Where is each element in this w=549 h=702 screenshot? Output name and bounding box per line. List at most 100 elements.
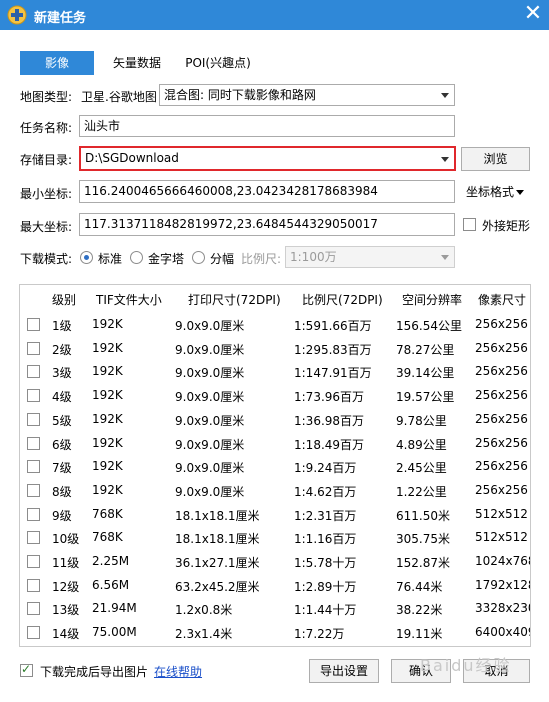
cell-tif-size: 75.00M: [92, 625, 137, 640]
table-row[interactable]: 3级 192K 9.0x9.0厘米 1:147.91百万 39.14公里 256x256: [20, 360, 530, 384]
cell-scale: 1:73.96百万: [294, 390, 365, 405]
close-button[interactable]: ✕: [521, 3, 545, 27]
cell-print-size: 18.1x18.1厘米: [175, 508, 260, 523]
cell-level: 2级: [52, 342, 72, 357]
storage-dir-value: D:\SGDownload: [85, 151, 179, 165]
table-row[interactable]: 11级 2.25M 36.1x27.1厘米 1:5.78十万 152.87米 1024x7…: [20, 550, 530, 574]
cell-pixel-size: 256x256: [475, 364, 528, 379]
mode-standard-label: 标准: [98, 252, 123, 266]
coord-format-menu[interactable]: 坐标格式: [466, 183, 525, 200]
table-row[interactable]: 9级 768K 18.1x18.1厘米 1:2.31百万 611.50米 512x512: [20, 503, 530, 527]
cell-tif-size: 192K: [92, 388, 123, 403]
cell-tif-size: 192K: [92, 435, 123, 450]
cell-tif-size: 192K: [92, 364, 123, 379]
cell-print-size: 9.0x9.0厘米: [175, 461, 245, 476]
table-row[interactable]: 5级 192K 9.0x9.0厘米 1:36.98百万 9.78公里 256x256: [20, 408, 530, 432]
cell-scale: 1:1.16百万: [294, 532, 357, 547]
caret-down-icon: [516, 190, 525, 195]
cell-level: 4级: [52, 390, 72, 405]
cell-pixel-size: 256x256: [475, 340, 528, 355]
cell-print-size: 9.0x9.0厘米: [175, 319, 245, 333]
cell-scale: 1:147.91百万: [294, 366, 372, 381]
table-row[interactable]: 6级 192K 9.0x9.0厘米 1:18.49百万 4.89公里 256x256: [20, 432, 530, 456]
browse-button[interactable]: 浏览: [461, 147, 530, 171]
col-header-level: 级别: [52, 293, 77, 307]
table-row[interactable]: 10级 768K 18.1x18.1厘米 1:1.16百万 305.75米 512x512: [20, 526, 530, 550]
min-coord-input[interactable]: 116.2400465666460008,23.0423428178683984: [79, 180, 455, 203]
cell-tif-size: 6.56M: [92, 577, 130, 592]
cell-print-size: 9.0x9.0厘米: [175, 484, 245, 499]
cell-pixel-size: 512x512: [475, 506, 528, 521]
col-header-resolution: 空间分辨率: [402, 293, 463, 307]
table-row[interactable]: 4级 192K 9.0x9.0厘米 1:73.96百万 19.57公里 256x256: [20, 384, 530, 408]
mode-tiled-radio[interactable]: [192, 251, 205, 264]
row-checkbox[interactable]: [27, 483, 40, 497]
tab-imagery[interactable]: 影像: [20, 51, 94, 75]
cell-resolution: 611.50米: [396, 508, 450, 523]
cell-pixel-size: 256x256: [475, 459, 528, 474]
row-checkbox[interactable]: [27, 318, 40, 331]
export-after-checkbox[interactable]: [20, 662, 33, 677]
cell-resolution: 4.89公里: [396, 437, 447, 452]
mode-tiled-label: 分幅: [210, 252, 235, 266]
row-checkbox[interactable]: [27, 602, 40, 616]
cell-tif-size: 21.94M: [92, 601, 137, 616]
cell-tif-size: 192K: [92, 340, 123, 355]
map-type-select[interactable]: 混合图: 同时下载影像和路网: [159, 84, 455, 106]
row-checkbox[interactable]: [27, 507, 40, 521]
row-checkbox[interactable]: [27, 365, 40, 379]
row-checkbox[interactable]: [27, 436, 40, 450]
table-row[interactable]: 8级 192K 9.0x9.0厘米 1:4.62百万 1.22公里 256x256: [20, 479, 530, 503]
cell-scale: 1:7.22万: [294, 627, 345, 642]
table-row[interactable]: 2级 192K 9.0x9.0厘米 1:295.83百万 78.27公里 256x256: [20, 337, 530, 361]
tab-vector-data[interactable]: 矢量数据: [108, 51, 166, 75]
cell-resolution: 38.22米: [396, 603, 443, 618]
row-checkbox[interactable]: [27, 555, 40, 568]
cell-print-size: 9.0x9.0厘米: [175, 413, 245, 428]
mode-pyramid-radio[interactable]: [130, 251, 143, 264]
row-checkbox[interactable]: [27, 412, 40, 426]
max-coord-input[interactable]: 117.3137118482819972,23.6484544329050017: [79, 213, 455, 236]
export-settings-button[interactable]: 导出设置: [309, 659, 379, 683]
cell-pixel-size: 1024x768: [475, 554, 531, 568]
col-header-scale: 比例尺(72DPI): [302, 293, 383, 307]
cell-level: 12级: [52, 579, 80, 594]
row-checkbox[interactable]: [27, 531, 40, 545]
mode-standard-radio[interactable]: [80, 251, 93, 264]
online-help-link[interactable]: 在线帮助: [154, 663, 202, 680]
cell-print-size: 9.0x9.0厘米: [175, 366, 245, 381]
cell-resolution: 2.45公里: [396, 461, 447, 476]
row-checkbox[interactable]: [27, 389, 40, 403]
cell-resolution: 19.57公里: [396, 390, 455, 405]
cell-scale: 1:295.83百万: [294, 342, 372, 357]
cell-resolution: 19.11米: [396, 627, 443, 642]
outer-rect-checkbox[interactable]: [463, 218, 476, 231]
scale-select[interactable]: 1:100万: [285, 246, 455, 268]
cell-scale: 1:2.31百万: [294, 508, 357, 523]
table-row[interactable]: 1级 192K 9.0x9.0厘米 1:591.66百万 156.54公里 256x256: [20, 313, 530, 337]
chevron-down-icon: [441, 255, 449, 260]
cancel-button[interactable]: 取消: [463, 659, 530, 683]
cell-pixel-size: 512x512: [475, 530, 528, 545]
task-name-input[interactable]: 汕头市: [79, 115, 455, 137]
table-row[interactable]: 13级 21.94M 1.2x0.8米 1:1.44十万 38.22米 3328x2304: [20, 597, 530, 621]
row-checkbox[interactable]: [27, 626, 40, 640]
tab-poi[interactable]: POI(兴趣点): [178, 51, 258, 75]
cell-resolution: 1.22公里: [396, 484, 447, 499]
table-row[interactable]: 7级 192K 9.0x9.0厘米 1:9.24百万 2.45公里 256x256: [20, 455, 530, 479]
cell-print-size: 9.0x9.0厘米: [175, 342, 245, 357]
cell-resolution: 305.75米: [396, 532, 450, 547]
cell-resolution: 76.44米: [396, 579, 443, 594]
cell-level: 6级: [52, 437, 72, 452]
storage-dir-select[interactable]: D:\SGDownload: [79, 146, 456, 171]
row-checkbox[interactable]: [27, 460, 40, 474]
ok-button[interactable]: 确认: [391, 659, 451, 683]
levels-table: 级别 TIF文件大小 打印尺寸(72DPI) 比例尺(72DPI) 空间分辨率 …: [19, 284, 531, 647]
row-checkbox[interactable]: [27, 578, 40, 592]
row-checkbox[interactable]: [27, 341, 40, 355]
cell-pixel-size: 256x256: [475, 435, 528, 450]
coord-format-label: 坐标格式: [466, 185, 515, 199]
table-row[interactable]: 14级 75.00M 2.3x1.4米 1:7.22万 19.11米 6400x4096: [20, 621, 530, 645]
table-row[interactable]: 12级 6.56M 63.2x45.2厘米 1:2.89十万 76.44米 1792x12…: [20, 574, 530, 598]
max-coord-label: 最大坐标:: [20, 220, 73, 234]
